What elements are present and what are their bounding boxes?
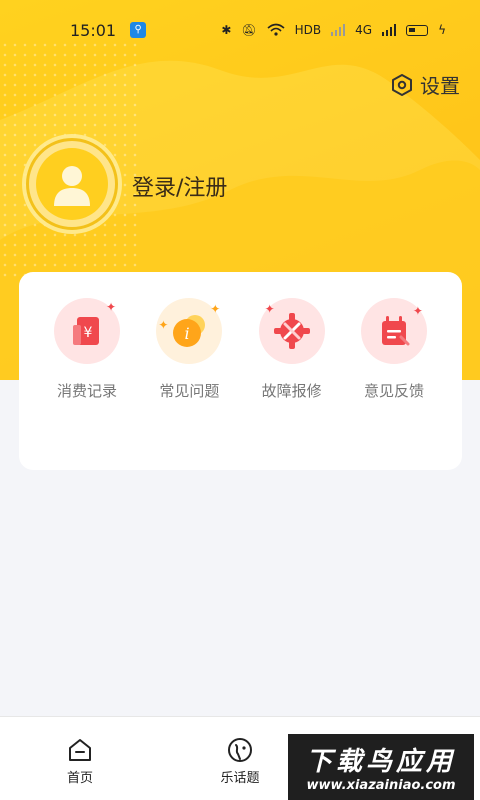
svg-text:i: i xyxy=(185,324,190,343)
usb-icon: ⚲ xyxy=(130,22,147,38)
login-register-link[interactable]: 登录/注册 xyxy=(132,170,227,202)
home-icon xyxy=(69,739,91,761)
site-watermark: 下载鸟应用 www.xiazainiao.com xyxy=(288,734,474,800)
watermark-url: www.xiazainiao.com xyxy=(306,778,456,793)
bluetooth-icon: ✱ xyxy=(221,23,232,37)
charging-icon: ϟ xyxy=(438,23,446,37)
service-menu-card: ¥ ✦ 消费记录 i ✦ ✦ 常见问题 ✦ 故障报修 ✦ 意见反馈 xyxy=(19,272,462,470)
mute-icon: 🔕︎ xyxy=(241,23,257,37)
menu-item-faq[interactable]: i ✦ ✦ 常见问题 xyxy=(139,298,239,401)
menu-label: 故障报修 xyxy=(261,382,322,400)
menu-label: 意见反馈 xyxy=(363,382,424,400)
feedback-calendar-icon: ✦ xyxy=(360,298,427,364)
status-icons: ✱ 🔕︎ HDB 4G ϟ xyxy=(221,23,446,37)
wifi-icon xyxy=(267,23,285,36)
signal-label: 4G xyxy=(355,23,373,37)
settings-label: 设置 xyxy=(420,74,460,98)
watermark-title: 下载鸟应用 xyxy=(305,747,456,777)
nav-label: 乐话题 xyxy=(220,771,260,786)
status-bar: 15:01 ⚲ ✱ 🔕︎ HDB 4G ϟ xyxy=(0,0,480,60)
network-label: HDB xyxy=(294,23,322,37)
svg-text:¥: ¥ xyxy=(84,325,93,341)
settings-button[interactable]: 设置 xyxy=(390,70,460,99)
receipt-yuan-icon: ¥ ✦ xyxy=(54,298,120,364)
settings-hexagon-icon xyxy=(392,73,412,96)
menu-label: 常见问题 xyxy=(159,382,220,400)
menu-item-feedback[interactable]: ✦ 意见反馈 xyxy=(344,298,444,401)
signal-weak-icon xyxy=(331,24,346,36)
signal-icon xyxy=(382,24,397,36)
avatar[interactable] xyxy=(26,138,118,230)
menu-label: 消费记录 xyxy=(56,382,117,400)
service-menu-grid: ¥ ✦ 消费记录 i ✦ ✦ 常见问题 ✦ 故障报修 ✦ 意见反馈 xyxy=(19,272,462,401)
battery-icon xyxy=(406,24,429,36)
topic-icon xyxy=(228,738,252,762)
nav-label: 首页 xyxy=(66,771,93,786)
nav-item-home[interactable]: 首页 xyxy=(0,717,160,800)
menu-item-consumption-records[interactable]: ¥ ✦ 消费记录 xyxy=(37,298,137,401)
menu-item-repair[interactable]: ✦ 故障报修 xyxy=(242,298,342,401)
status-time: 15:01 xyxy=(70,20,117,40)
user-silhouette-icon xyxy=(54,166,90,206)
avatar-inner xyxy=(36,148,108,220)
info-coin-icon: i ✦ ✦ xyxy=(156,298,223,364)
repair-gear-icon: ✦ xyxy=(258,298,325,364)
